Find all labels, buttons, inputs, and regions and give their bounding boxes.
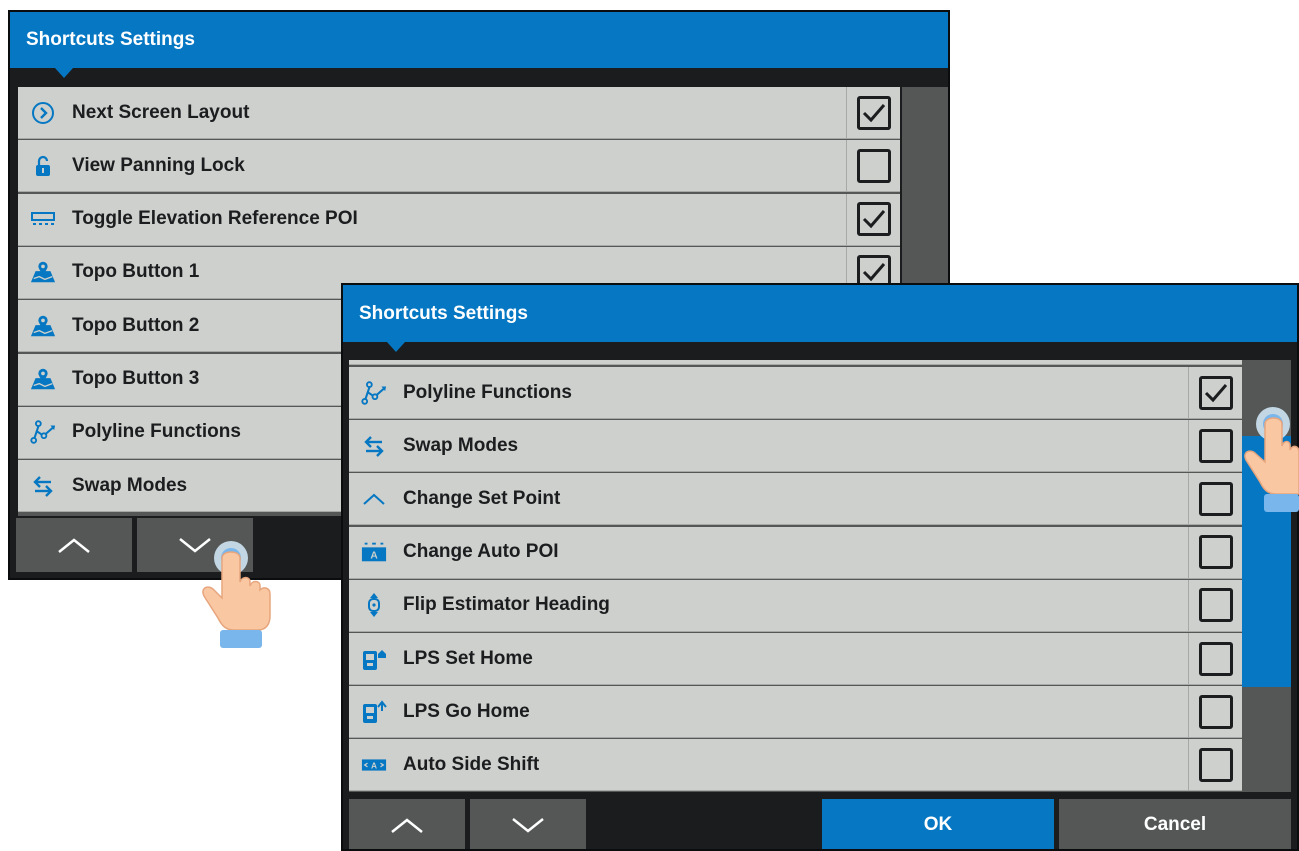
shortcut-label: View Panning Lock bbox=[72, 154, 245, 176]
checkmark-icon bbox=[862, 263, 885, 282]
shortcuts-list: Polyline Functions Swap Modes Change Set P… bbox=[349, 360, 1242, 792]
svg-text:A: A bbox=[370, 551, 378, 562]
chevron-up-icon bbox=[391, 818, 423, 833]
shortcut-row[interactable]: LPS Set Home bbox=[349, 633, 1242, 685]
shortcut-label: Polyline Functions bbox=[403, 381, 572, 403]
shortcut-checkbox[interactable] bbox=[1198, 694, 1233, 729]
checkbox-cell bbox=[1188, 686, 1242, 738]
shortcut-label: Topo Button 2 bbox=[72, 314, 200, 336]
shortcut-checkbox[interactable] bbox=[1198, 641, 1233, 676]
checkmark-icon bbox=[862, 210, 885, 229]
topo-map-icon bbox=[30, 259, 56, 285]
lps-go-home-icon bbox=[361, 699, 387, 725]
shortcut-row[interactable]: Change Set Point bbox=[349, 473, 1242, 526]
auto-side-shift-icon: A bbox=[361, 752, 387, 778]
scroll-up-button[interactable] bbox=[349, 799, 465, 849]
shortcut-row[interactable]: Polyline Functions bbox=[349, 367, 1242, 419]
shortcuts-settings-dialog-front: Shortcuts Settings Polyline Functions Swa… bbox=[341, 283, 1299, 851]
scroll-down-button[interactable] bbox=[470, 799, 586, 849]
shortcut-row[interactable]: Swap Modes bbox=[349, 420, 1242, 473]
title-notch bbox=[387, 342, 405, 352]
shortcut-checkbox[interactable] bbox=[1198, 535, 1233, 570]
tap-gesture-icon bbox=[1244, 407, 1299, 512]
ok-button[interactable]: OK bbox=[822, 799, 1054, 849]
polyline-icon bbox=[30, 419, 56, 445]
checkbox-cell bbox=[846, 140, 900, 192]
shortcut-label: Topo Button 1 bbox=[72, 261, 200, 283]
checkbox-cell bbox=[1188, 579, 1242, 631]
shortcut-row[interactable]: Next Screen Layout bbox=[18, 87, 900, 139]
shortcut-label: Next Screen Layout bbox=[72, 101, 250, 123]
topo-map-icon bbox=[30, 366, 56, 392]
lock-icon bbox=[30, 153, 56, 179]
shortcut-label: Change Auto POI bbox=[403, 541, 559, 563]
shortcut-checkbox[interactable] bbox=[1198, 375, 1233, 410]
dialog-title-bar: Shortcuts Settings bbox=[343, 285, 1297, 352]
chevron-up-icon bbox=[58, 538, 90, 553]
swap-icon bbox=[30, 473, 56, 499]
checkbox-cell bbox=[846, 87, 900, 138]
shortcut-label: LPS Go Home bbox=[403, 700, 530, 722]
shortcut-label: Toggle Elevation Reference POI bbox=[72, 208, 358, 230]
checkbox-cell bbox=[1188, 526, 1242, 578]
elevation-reference-icon bbox=[30, 206, 56, 232]
shortcut-row[interactable]: A Change Auto POI bbox=[349, 526, 1242, 579]
shortcut-label: Topo Button 3 bbox=[72, 368, 200, 389]
scroll-up-button[interactable] bbox=[16, 518, 132, 572]
shortcut-label: Auto Side Shift bbox=[403, 753, 540, 775]
shortcut-row[interactable]: A Auto Side Shift bbox=[349, 739, 1242, 792]
set-point-icon bbox=[361, 486, 387, 512]
checkbox-cell bbox=[1188, 367, 1242, 418]
checkbox-cell bbox=[1188, 420, 1242, 472]
dialog-title: Shortcuts Settings bbox=[26, 29, 195, 50]
checkmark-icon bbox=[862, 103, 885, 122]
shortcut-row[interactable]: LPS Go Home bbox=[349, 686, 1242, 739]
checkbox-cell bbox=[1188, 739, 1242, 791]
shortcut-checkbox[interactable] bbox=[856, 148, 891, 183]
shortcut-label: Change Set Point bbox=[403, 487, 561, 509]
next-screen-icon bbox=[30, 100, 56, 126]
shortcut-checkbox[interactable] bbox=[1198, 588, 1233, 623]
flip-heading-icon bbox=[361, 592, 387, 618]
checkbox-cell bbox=[1188, 633, 1242, 684]
swap-icon bbox=[361, 433, 387, 459]
shortcut-label: Polyline Functions bbox=[72, 421, 241, 443]
dialog-footer: OK Cancel bbox=[349, 799, 1291, 849]
title-notch bbox=[55, 68, 73, 78]
shortcut-row[interactable]: Toggle Elevation Reference POI bbox=[18, 193, 900, 246]
shortcut-checkbox[interactable] bbox=[856, 95, 891, 130]
shortcut-checkbox[interactable] bbox=[1198, 747, 1233, 782]
shortcut-label: LPS Set Home bbox=[403, 647, 533, 669]
shortcut-label: Swap Modes bbox=[72, 474, 188, 496]
auto-poi-icon: A bbox=[361, 539, 387, 565]
dialog-title-bar: Shortcuts Settings bbox=[10, 12, 948, 78]
list-row-partial bbox=[349, 360, 1242, 365]
shortcut-label: Flip Estimator Heading bbox=[403, 594, 610, 616]
lps-set-home-icon bbox=[361, 646, 387, 672]
shortcut-row[interactable]: Flip Estimator Heading bbox=[349, 579, 1242, 632]
topo-map-icon bbox=[30, 313, 56, 339]
chevron-down-icon bbox=[512, 818, 544, 833]
shortcut-checkbox[interactable] bbox=[1198, 428, 1233, 463]
shortcut-row[interactable]: View Panning Lock bbox=[18, 140, 900, 193]
polyline-icon bbox=[361, 380, 387, 406]
checkbox-cell bbox=[846, 193, 900, 245]
shortcut-label: Swap Modes bbox=[403, 434, 519, 456]
svg-text:A: A bbox=[371, 761, 377, 771]
checkmark-icon bbox=[1204, 383, 1227, 402]
tap-gesture-icon bbox=[202, 541, 271, 648]
dialog-title: Shortcuts Settings bbox=[359, 303, 528, 324]
shortcut-checkbox[interactable] bbox=[1198, 481, 1233, 516]
cancel-button[interactable]: Cancel bbox=[1059, 799, 1291, 849]
shortcut-checkbox[interactable] bbox=[856, 202, 891, 237]
checkbox-cell bbox=[1188, 473, 1242, 525]
